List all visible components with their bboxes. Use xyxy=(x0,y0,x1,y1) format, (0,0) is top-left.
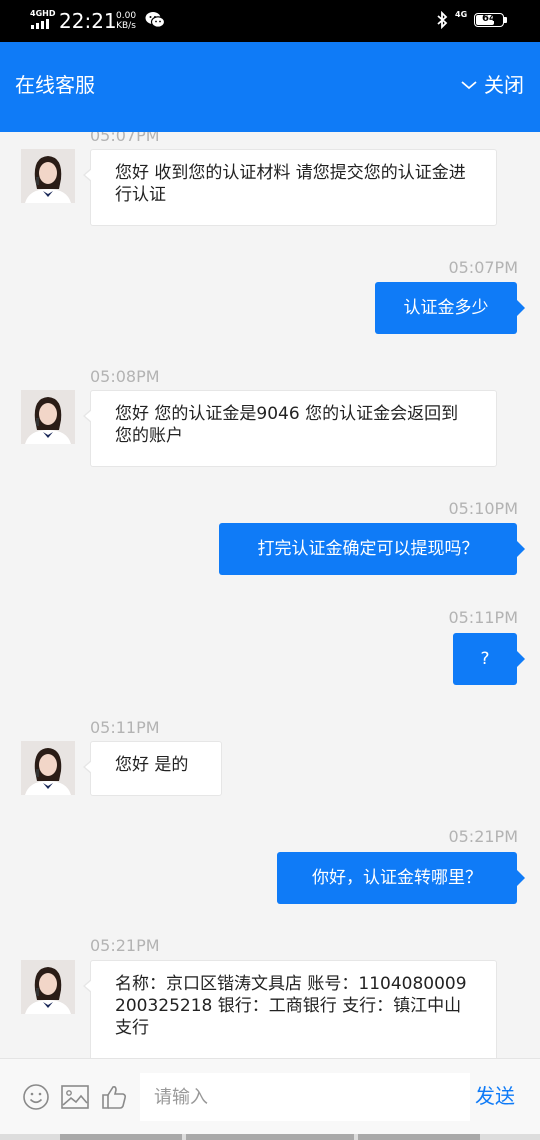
message-input[interactable] xyxy=(140,1073,470,1121)
chat-header: 在线客服 关闭 xyxy=(0,42,540,132)
image-icon[interactable] xyxy=(60,1083,90,1111)
agent-avatar-image xyxy=(21,960,75,1014)
thumbs-up-icon[interactable] xyxy=(100,1083,128,1111)
network-type: 4GHD xyxy=(30,9,56,18)
agent-avatar-image xyxy=(21,390,75,444)
message-bubble-user: 认证金多少 xyxy=(375,282,525,334)
message-time: 05:21PM xyxy=(90,936,160,955)
message-bubble-agent: 您好 是的 xyxy=(83,741,222,796)
agent-avatar-image xyxy=(21,741,75,795)
close-button[interactable]: 关闭 xyxy=(460,72,524,98)
bluetooth-icon xyxy=(437,11,448,29)
cell-label: 4G xyxy=(455,10,468,19)
nav-segment[interactable] xyxy=(358,1134,480,1140)
navigation-bar xyxy=(0,1134,540,1140)
agent-avatar xyxy=(21,960,75,1014)
speed-value: 0.00 xyxy=(116,11,137,21)
message-time: 05:10PM xyxy=(448,499,518,518)
network-speed: 0.00 KB/s xyxy=(116,11,136,31)
message-bubble-agent: 您好 收到您的认证材料 请您提交您的认证金进行认证 xyxy=(83,149,497,226)
nav-segment[interactable] xyxy=(60,1134,182,1140)
clock: 22:21 xyxy=(59,9,117,33)
message-bubble-user: 你好，认证金转哪里？ xyxy=(277,852,525,904)
send-button[interactable]: 发送 xyxy=(475,1083,515,1109)
nav-segment[interactable] xyxy=(186,1134,354,1140)
cell-signal-icon: 4G xyxy=(455,11,467,19)
chat-area[interactable]: 05:07PM 您好 收到您的认证材料 请您提交您的认证金进行认证 05:07P… xyxy=(0,132,540,1058)
close-label: 关闭 xyxy=(484,73,524,97)
chevron-down-icon xyxy=(461,81,477,90)
emoji-icon[interactable] xyxy=(22,1083,50,1111)
message-time: 05:07PM xyxy=(448,258,518,277)
message-bubble-user: ? xyxy=(453,633,525,685)
agent-avatar xyxy=(21,390,75,444)
message-bubble-agent: 您好 您的认证金是9046 您的认证金会返回到您的账户 xyxy=(83,390,497,467)
battery-level: 64 xyxy=(482,13,496,24)
battery-icon: 64 xyxy=(474,13,504,27)
agent-avatar xyxy=(21,741,75,795)
agent-avatar-image xyxy=(21,149,75,203)
status-bar: 4GHD 22:21 0.00 KB/s 4G 64 xyxy=(0,0,540,42)
speed-unit: KB/s xyxy=(116,21,136,31)
message-bubble-agent: 名称：京口区锴涛文具店 账号：1104080009200325218 银行：工商… xyxy=(83,960,497,1058)
message-time: 05:07PM xyxy=(90,132,160,145)
page-title: 在线客服 xyxy=(15,73,95,97)
message-time: 05:08PM xyxy=(90,367,160,386)
message-time: 05:21PM xyxy=(448,827,518,846)
battery-tip xyxy=(504,17,507,23)
agent-avatar xyxy=(21,149,75,203)
message-time: 05:11PM xyxy=(448,608,518,627)
message-time: 05:11PM xyxy=(90,718,160,737)
signal-icon xyxy=(31,19,49,29)
wechat-icon xyxy=(145,12,165,28)
message-bubble-user: 打完认证金确定可以提现吗？ xyxy=(219,523,525,575)
input-bar: 发送 xyxy=(0,1058,540,1134)
